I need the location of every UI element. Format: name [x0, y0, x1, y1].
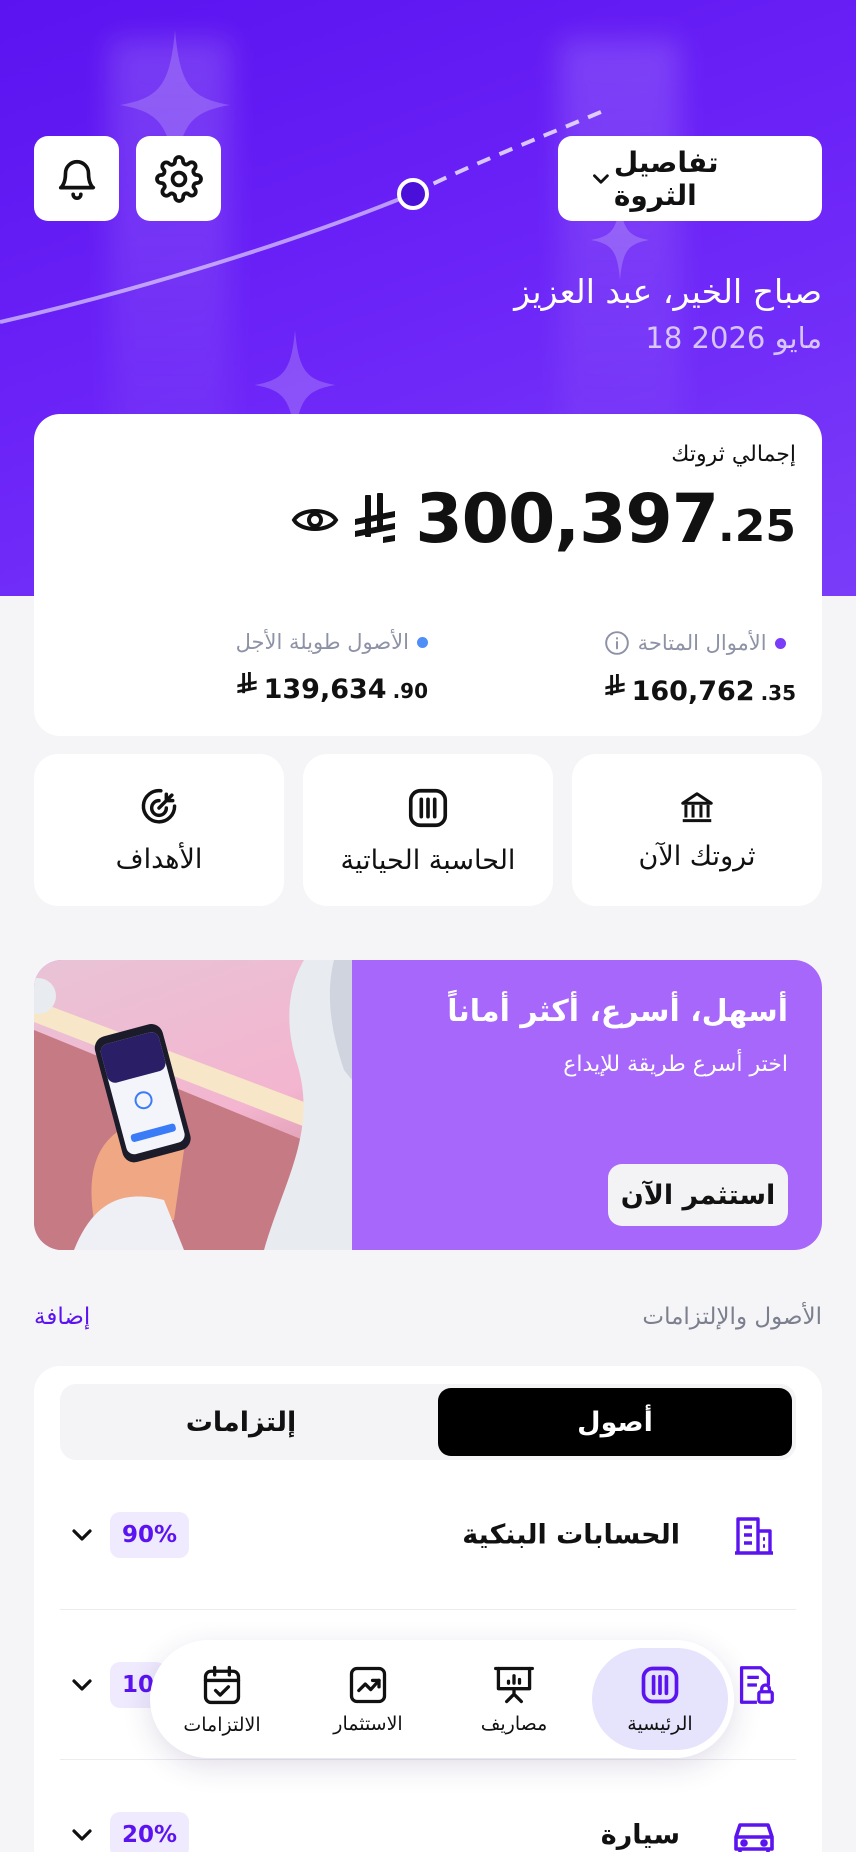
- tab-assets[interactable]: أصول: [438, 1388, 792, 1456]
- quick-action-label: الأهداف: [115, 843, 203, 875]
- quick-action-label: ثروتك الآن: [638, 840, 756, 872]
- tab-liabilities[interactable]: إلتزامات: [64, 1388, 418, 1456]
- quick-action-life-calculator[interactable]: الحاسبة الحياتية: [303, 754, 553, 906]
- quick-action-label: الحاسبة الحياتية: [340, 844, 516, 876]
- promo-illustration: [34, 960, 352, 1250]
- total-amount-integer: 300,397: [415, 480, 719, 559]
- add-link[interactable]: إضافة: [34, 1304, 90, 1330]
- bell-icon: [58, 159, 95, 200]
- nav-label: الالتزامات: [183, 1714, 261, 1736]
- riyal-icon: [236, 672, 257, 694]
- chevron-down-icon: [593, 173, 609, 184]
- investment-icon: [349, 1666, 387, 1704]
- nav-label: مصاريف: [480, 1713, 548, 1735]
- greeting-block: صباح الخير، عبد العزيز 18 مايو 2026: [514, 272, 822, 355]
- quick-action-goals[interactable]: الأهداف: [34, 754, 284, 906]
- nav-label: الاستثمار: [333, 1713, 403, 1735]
- nav-investment[interactable]: الاستثمار: [300, 1648, 436, 1750]
- chevron-down-icon[interactable]: [66, 1519, 98, 1551]
- eye-icon[interactable]: [291, 503, 339, 537]
- available-amount-integer: 160,762: [631, 676, 755, 707]
- long-term-label: الأصول طويلة الأجل: [235, 630, 409, 654]
- available-label: الأموال المتاحة: [637, 631, 767, 655]
- long-term-amount-decimal: .90: [392, 679, 428, 703]
- gear-icon: [154, 154, 203, 203]
- home-icon: [641, 1666, 679, 1704]
- total-wealth-amount: 300,397 .25: [291, 480, 796, 559]
- quick-action-wealth-now[interactable]: ثروتك الآن: [572, 754, 822, 906]
- info-icon[interactable]: [604, 630, 630, 656]
- asset-name: الحسابات البنكية: [462, 1519, 680, 1550]
- total-amount-decimal: .25: [718, 501, 796, 552]
- long-term-assets: الأصول طويلة الأجل 139,634.90: [236, 630, 428, 705]
- promo-subtitle: اختر أسرع طريقة للإيداع: [563, 1052, 788, 1077]
- assets-liabilities-title: الأصول والإلتزامات: [642, 1304, 822, 1330]
- car-icon: [734, 1823, 774, 1852]
- greeting-text: صباح الخير، عبد العزيز: [514, 272, 822, 311]
- available-dot: [774, 637, 786, 649]
- chevron-down-icon[interactable]: [66, 1819, 98, 1851]
- target-icon: [141, 788, 177, 823]
- asset-row-car[interactable]: سيارة 20%: [60, 1760, 796, 1852]
- nav-home[interactable]: الرئيسية: [592, 1648, 728, 1750]
- hand-phone-illustration: [34, 960, 352, 1250]
- available-funds: الأموال المتاحة 160,762.35: [604, 630, 796, 707]
- document-lock-icon: [739, 1665, 774, 1704]
- nav-commitments[interactable]: الالتزامات: [154, 1648, 290, 1750]
- calculator-icon: [408, 788, 448, 827]
- invest-now-button[interactable]: استثمر الآن: [608, 1164, 788, 1226]
- asset-percent-badge: 20%: [110, 1812, 190, 1852]
- total-wealth-card: إجمالي ثروتك 300,397 .25 الأموال المتاحة…: [34, 414, 822, 736]
- asset-percent-badge: 90%: [110, 1511, 190, 1558]
- total-wealth-label: إجمالي ثروتك: [671, 442, 796, 467]
- current-date: 18 مايو 2026: [645, 321, 822, 355]
- bottom-navigation: الرئيسية مصاريف الاستثمار الالتزامات: [150, 1640, 734, 1758]
- calendar-check-icon: [203, 1665, 241, 1705]
- riyal-icon: [355, 492, 396, 543]
- long-term-dot: [417, 636, 428, 648]
- expenses-icon: [494, 1666, 534, 1704]
- settings-button[interactable]: [136, 136, 221, 221]
- promo-title: أسهل، أسرع، أكثر أماناً: [447, 994, 788, 1029]
- promo-banner[interactable]: أسهل، أسرع، أكثر أماناً اختر أسرع طريقة …: [34, 960, 822, 1250]
- available-amount-decimal: .35: [760, 681, 796, 705]
- riyal-icon: [604, 674, 625, 696]
- assets-liabilities-toggle: أصول إلتزامات: [60, 1384, 796, 1460]
- asset-name: سيارة: [600, 1819, 680, 1851]
- asset-row-bank-accounts[interactable]: الحسابات البنكية 90%: [60, 1460, 796, 1610]
- bank-icon: [681, 791, 713, 822]
- assets-card: أصول إلتزامات الحسابات البنكية 90% 10 سي…: [34, 1366, 822, 1852]
- nav-expenses[interactable]: مصاريف: [446, 1648, 582, 1750]
- wealth-details-dropdown[interactable]: تفاصيل الثروة: [558, 136, 822, 221]
- long-term-amount-integer: 139,634: [263, 674, 387, 705]
- nav-label: الرئيسية: [627, 1713, 693, 1735]
- notifications-button[interactable]: [34, 136, 119, 221]
- wealth-dropdown-label: تفاصيل الثروة: [613, 145, 719, 212]
- building-icon: [735, 1516, 773, 1555]
- chevron-down-icon[interactable]: [66, 1669, 98, 1701]
